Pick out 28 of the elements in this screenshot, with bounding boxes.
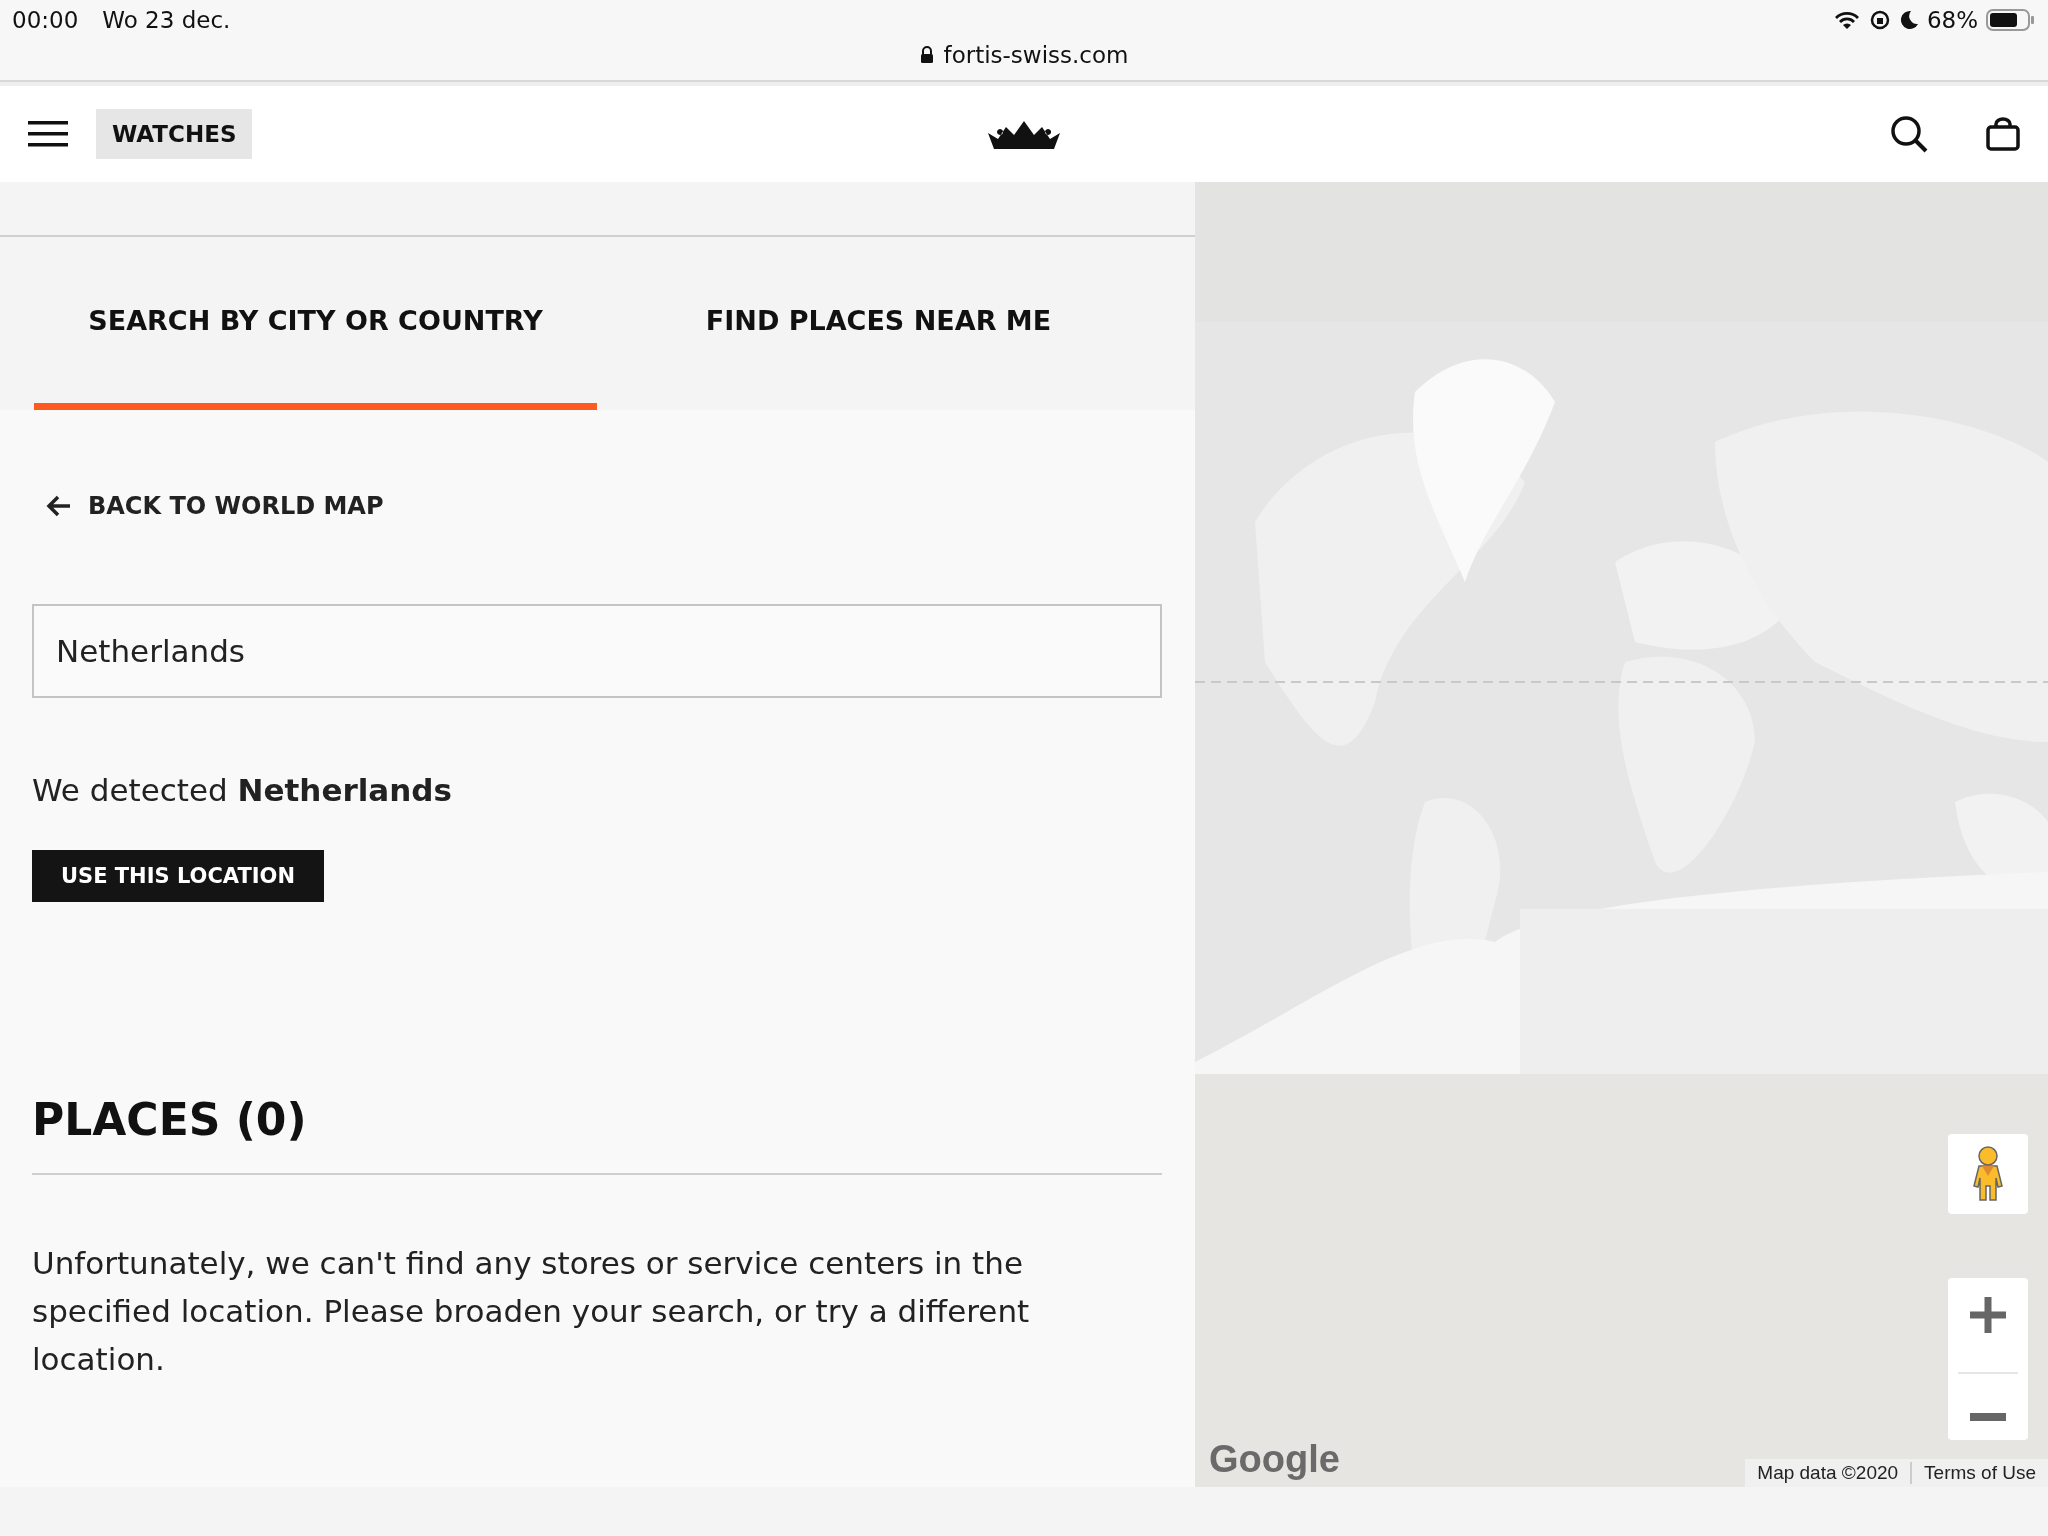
url-text[interactable]: fortis-swiss.com: [943, 42, 1129, 68]
shopping-bag-icon[interactable]: [1986, 117, 2020, 151]
status-time: 00:00: [12, 7, 79, 33]
watches-button[interactable]: WATCHES: [96, 109, 253, 159]
places-heading: PLACES (0): [32, 1094, 1162, 1175]
no-results-message: Unfortunately, we can't find any stores or service centers in the specified location. Please broaden your search, or try a different location.: [32, 1244, 1031, 1379]
zoom-out-icon[interactable]: [1970, 1412, 2006, 1421]
rotation-lock-icon: [1868, 9, 1891, 31]
arrow-left-icon: [46, 494, 72, 518]
back-link-label[interactable]: BACK TO WORLD MAP: [88, 492, 384, 520]
search-icon[interactable]: [1890, 115, 1928, 153]
menu-icon[interactable]: [28, 119, 68, 149]
terms-link[interactable]: Terms of Use: [1910, 1462, 2048, 1484]
detected-text: We detected Netherlands: [32, 772, 453, 808]
zoom-in-icon[interactable]: [1970, 1297, 2006, 1334]
battery-percent: 68%: [1926, 7, 1978, 33]
lock-icon: [919, 46, 934, 64]
tab[interactable]: SEARCH BY CITY OR COUNTRY: [34, 237, 597, 410]
pegman-icon[interactable]: [1948, 1134, 2028, 1214]
moon-icon: [1898, 9, 1919, 31]
map-logo: Google: [1209, 1438, 1340, 1481]
search-field[interactable]: Netherlands: [32, 604, 1162, 698]
use-location-button[interactable]: USE THIS LOCATION: [32, 850, 324, 902]
back-link[interactable]: BACK TO WORLD MAP: [46, 492, 1163, 520]
map-attribution: Map data ©2020: [1756, 1462, 1900, 1484]
tab[interactable]: FIND PLACES NEAR ME: [597, 237, 1160, 410]
battery-icon: [1986, 8, 2036, 32]
status-date: Wo 23 dec.: [102, 7, 231, 33]
